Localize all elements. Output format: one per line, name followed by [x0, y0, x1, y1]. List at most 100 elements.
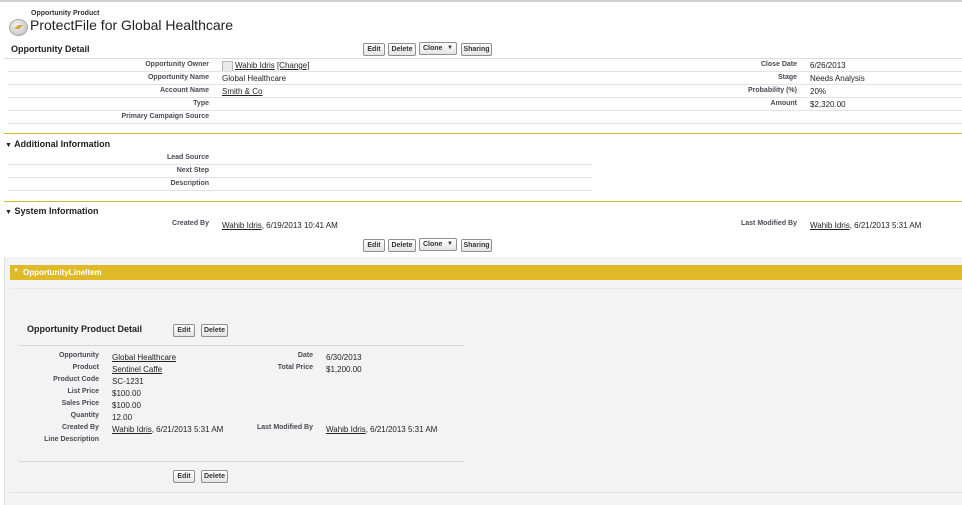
account-name-label: Account Name	[159, 87, 209, 94]
clone-button-bottom[interactable]: Clone ▼	[419, 238, 457, 251]
product-link[interactable]: Sentinel Caffe	[112, 365, 162, 374]
last-modified-label: Last Modified By	[740, 220, 797, 227]
section-line	[4, 201, 962, 202]
divider	[19, 461, 464, 462]
delete-button[interactable]: Delete	[388, 43, 416, 56]
owner-label: Opportunity Owner	[145, 61, 209, 68]
page-title: ProtectFile for Global Healthcare	[30, 17, 234, 33]
related-list-heading: OpportunityLineItem	[23, 268, 102, 277]
line-description-label: Line Description	[44, 436, 99, 443]
account-link[interactable]: Smith & Co	[222, 87, 262, 96]
product-created-label: Created By	[62, 424, 99, 431]
related-list-header[interactable]: ▼ OpportunityLineItem	[10, 265, 962, 280]
system-info-toggle[interactable]: ▼ System Information	[5, 206, 98, 216]
clone-button[interactable]: Clone ▼	[419, 42, 457, 55]
divider	[8, 164, 592, 165]
type-label: Type	[193, 100, 209, 107]
detail-heading: Opportunity Detail	[11, 44, 90, 54]
product-opportunity-link[interactable]: Global Healthcare	[112, 353, 176, 362]
product-code-label: Product Code	[53, 376, 99, 383]
divider	[8, 71, 962, 72]
product-modified-link[interactable]: Wahib Idris	[326, 425, 366, 434]
stage-label: Stage	[777, 74, 797, 81]
total-price-value: $1,200.00	[326, 365, 362, 374]
product-delete-button[interactable]: Delete	[201, 324, 228, 337]
sales-price-label: Sales Price	[61, 400, 99, 407]
list-price-value: $100.00	[112, 389, 141, 398]
product-delete-button-bottom[interactable]: Delete	[201, 470, 228, 483]
campaign-label: Primary Campaign Source	[121, 113, 209, 120]
clone-label: Clone	[423, 45, 443, 52]
divider	[8, 177, 592, 178]
created-by-value: Wahib Idris, 6/19/2013 10:41 AM	[222, 221, 338, 230]
collapse-triangle-icon: ▼	[13, 268, 19, 274]
amount-label: Amount	[770, 100, 797, 107]
quantity-value: 12.00	[112, 413, 133, 422]
divider	[8, 84, 962, 85]
list-price-label: List Price	[67, 388, 99, 395]
product-created-link[interactable]: Wahib Idris	[112, 425, 152, 434]
product-detail-heading: Opportunity Product Detail	[27, 324, 143, 334]
sharing-button-bottom[interactable]: Sharing	[461, 239, 492, 252]
chevron-down-icon: ▼	[447, 241, 453, 247]
product-edit-button[interactable]: Edit	[173, 324, 195, 337]
divider	[8, 190, 592, 191]
created-by-label: Created By	[172, 220, 209, 227]
product-date-label: Date	[297, 352, 313, 359]
change-owner-link[interactable]: [Change]	[277, 61, 309, 70]
probability-value: 20%	[810, 87, 827, 96]
additional-info-heading: Additional Information	[14, 139, 111, 149]
quantity-label: Quantity	[70, 412, 99, 419]
product-label: Product	[72, 364, 99, 371]
top-border	[0, 0, 962, 2]
created-by-link[interactable]: Wahib Idris	[222, 221, 262, 230]
modified-by-link[interactable]: Wahib Idris	[810, 221, 850, 230]
additional-info-toggle[interactable]: ▼ Additional Information	[5, 139, 110, 149]
collapse-triangle-icon: ▼	[5, 142, 12, 149]
product-modified-date: , 6/21/2013 5:31 AM	[365, 425, 438, 434]
edit-button[interactable]: Edit	[363, 43, 385, 56]
chevron-down-icon: ▼	[447, 45, 453, 51]
product-created-value: Wahib Idris, 6/21/2013 5:31 AM	[112, 425, 223, 434]
divider	[19, 345, 464, 346]
divider	[8, 123, 962, 124]
amount-value: $2,320.00	[810, 100, 846, 109]
product-date-value: 6/30/2013	[326, 353, 362, 362]
stage-value: Needs Analysis	[810, 74, 865, 83]
opportunity-name-label: Opportunity Name	[147, 74, 209, 81]
divider	[8, 110, 962, 111]
section-line	[4, 133, 962, 134]
object-type-label: Opportunity Product	[31, 10, 100, 17]
lead-source-label: Lead Source	[166, 154, 209, 161]
system-info-heading: System Information	[14, 206, 99, 216]
total-price-label: Total Price	[277, 364, 313, 371]
object-icon	[9, 19, 28, 36]
related-list-panel	[4, 257, 962, 505]
product-edit-button-bottom[interactable]: Edit	[173, 470, 195, 483]
clone-label: Clone	[423, 241, 443, 248]
edit-button-bottom[interactable]: Edit	[363, 239, 385, 252]
product-opportunity-label: Opportunity	[58, 352, 99, 359]
created-date: , 6/19/2013 10:41 AM	[261, 221, 338, 230]
modified-date: , 6/21/2013 5:31 AM	[849, 221, 922, 230]
sales-price-value: $100.00	[112, 401, 141, 410]
description-label: Description	[170, 180, 209, 187]
next-step-label: Next Step	[176, 167, 209, 174]
divider	[8, 97, 962, 98]
product-code-value: SC-1231	[112, 377, 144, 386]
divider	[10, 288, 962, 289]
divider	[10, 492, 962, 493]
delete-button-bottom[interactable]: Delete	[388, 239, 416, 252]
owner-link[interactable]: Wahib Idris	[235, 61, 275, 70]
divider	[4, 58, 962, 59]
probability-label: Probability (%)	[747, 87, 797, 94]
collapse-triangle-icon: ▼	[5, 209, 12, 216]
product-modified-value: Wahib Idris, 6/21/2013 5:31 AM	[326, 425, 437, 434]
owner-field: Wahib Idris [Change]	[235, 61, 309, 70]
product-modified-label: Last Modified By	[256, 424, 313, 431]
sharing-button[interactable]: Sharing	[461, 43, 492, 56]
close-date-value: 6/26/2013	[810, 61, 846, 70]
opportunity-name-value: Global Healthcare	[222, 74, 287, 83]
last-modified-value: Wahib Idris, 6/21/2013 5:31 AM	[810, 221, 921, 230]
product-created-date: , 6/21/2013 5:31 AM	[151, 425, 224, 434]
